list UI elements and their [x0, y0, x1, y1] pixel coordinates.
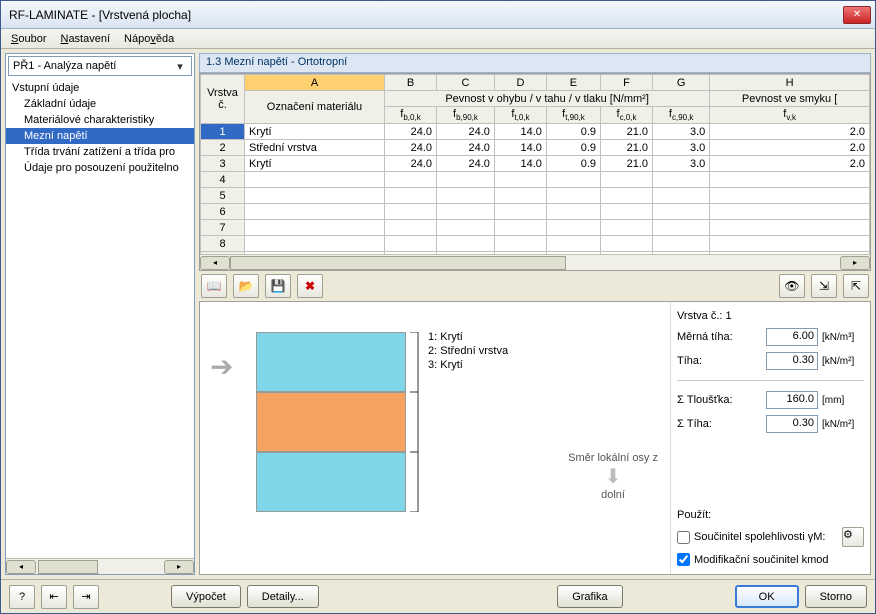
next-icon[interactable]: ⇥: [73, 585, 99, 609]
close-icon[interactable]: ✕: [843, 6, 871, 24]
graphics-button[interactable]: Grafika: [557, 585, 622, 608]
layer-label: 2: Střední vrstva: [428, 344, 508, 358]
layer-bar-3: [256, 452, 406, 512]
menubar: Soubor Nastavení Nápověda: [1, 29, 875, 49]
axis-label: Směr lokální osy z ⬇ dolní: [568, 452, 658, 501]
combo-label: PŘ1 - Analýza napětí: [13, 60, 116, 72]
scroll-left-icon[interactable]: ◂: [6, 560, 36, 574]
data-grid[interactable]: Vrstvač.ABCDEFGHOznačení materiáluPevnos…: [199, 73, 871, 271]
menu-help[interactable]: Nápověda: [118, 31, 180, 47]
kmod-checkbox[interactable]: [677, 553, 690, 566]
bracket-icon: [410, 332, 424, 512]
unit-label: [kN/m³]: [822, 332, 864, 343]
preview-area: ➔ 1: Krytí 2: Střední vrstva 3: Krytí: [199, 301, 871, 575]
open-icon[interactable]: 📂: [233, 274, 259, 298]
sum-weight-field[interactable]: 0.30: [766, 415, 818, 433]
properties-panel: Vrstva č.: 1 Měrná tíha: 6.00 [kN/m³] Tí…: [670, 302, 870, 574]
cancel-button[interactable]: Storno: [805, 585, 867, 608]
tree-item[interactable]: Materiálové charakteristiky: [6, 112, 194, 128]
density-field[interactable]: 6.00: [766, 328, 818, 346]
nav-tree: Vstupní údaje Základní údajeMateriálové …: [6, 78, 194, 558]
grid-toolbar: 📖 📂 💾 ✖ 👁 ⇲ ⇱: [199, 271, 871, 301]
checkbox-label: Modifikační součinitel kmod: [694, 554, 829, 566]
scroll-left-icon[interactable]: ◂: [200, 256, 230, 270]
scroll-thumb[interactable]: [230, 256, 566, 270]
unit-label: [kN/m²]: [822, 419, 864, 430]
layer-stack: [256, 332, 406, 512]
grid-hscroll[interactable]: ◂ ▸: [200, 254, 870, 270]
tree-item[interactable]: Třída trvání zatížení a třída pro: [6, 144, 194, 160]
titlebar: RF-LAMINATE - [Vrstvená plocha] ✕: [1, 1, 875, 29]
window-title: RF-LAMINATE - [Vrstvená plocha]: [9, 8, 843, 22]
prop-label: Tíha:: [677, 355, 762, 367]
bottom-bar: ? ⇤ ⇥ Výpočet Detaily... Grafika OK Stor…: [1, 579, 875, 613]
scroll-right-icon[interactable]: ▸: [164, 560, 194, 574]
ok-button[interactable]: OK: [735, 585, 799, 608]
tree-item[interactable]: Základní údaje: [6, 96, 194, 112]
export-out-icon[interactable]: ⇱: [843, 274, 869, 298]
library-icon[interactable]: 📖: [201, 274, 227, 298]
layer-labels: 1: Krytí 2: Střední vrstva 3: Krytí: [428, 330, 508, 372]
tree-root[interactable]: Vstupní údaje: [6, 80, 194, 96]
tree-hscroll[interactable]: ◂ ▸: [6, 558, 194, 574]
save-icon[interactable]: 💾: [265, 274, 291, 298]
calculate-button[interactable]: Výpočet: [171, 585, 241, 608]
gamma-settings-icon[interactable]: ⚙: [842, 527, 864, 547]
weight-field[interactable]: 0.30: [766, 352, 818, 370]
arrow-down-icon: ⬇: [568, 464, 658, 489]
unit-label: [mm]: [822, 395, 864, 406]
section-title: 1.3 Mezní napětí - Ortotropní: [199, 53, 871, 73]
tree-item[interactable]: Údaje pro posouzení použitelno: [6, 160, 194, 176]
details-button[interactable]: Detaily...: [247, 585, 319, 608]
help-icon[interactable]: ?: [9, 585, 35, 609]
tree-item[interactable]: Mezní napětí: [6, 128, 194, 144]
layer-bar-1: [256, 332, 406, 392]
prev-icon[interactable]: ⇤: [41, 585, 67, 609]
prop-label: Vrstva č.: 1: [677, 310, 864, 322]
left-pane: PŘ1 - Analýza napětí ▾ Vstupní údaje Zák…: [5, 53, 195, 575]
arrow-right-icon: ➔: [210, 350, 233, 383]
delete-icon[interactable]: ✖: [297, 274, 323, 298]
prop-label: Σ Tíha:: [677, 418, 762, 430]
use-label: Použít:: [677, 509, 864, 521]
layer-label: 1: Krytí: [428, 330, 508, 344]
prop-label: Σ Tloušťka:: [677, 394, 762, 406]
scroll-right-icon[interactable]: ▸: [840, 256, 870, 270]
gamma-checkbox[interactable]: [677, 531, 690, 544]
menu-file[interactable]: Soubor: [5, 31, 52, 47]
layer-bar-2: [256, 392, 406, 452]
layer-label: 3: Krytí: [428, 358, 508, 372]
view-icon[interactable]: 👁: [779, 274, 805, 298]
case-combo[interactable]: PŘ1 - Analýza napětí ▾: [8, 56, 192, 76]
thickness-field[interactable]: 160.0: [766, 391, 818, 409]
export-in-icon[interactable]: ⇲: [811, 274, 837, 298]
menu-settings[interactable]: Nastavení: [54, 31, 116, 47]
checkbox-label: Součinitel spolehlivosti γM:: [694, 531, 825, 543]
scroll-thumb[interactable]: [38, 560, 98, 574]
unit-label: [kN/m²]: [822, 356, 864, 367]
chevron-down-icon: ▾: [173, 60, 187, 73]
prop-label: Měrná tíha:: [677, 331, 762, 343]
